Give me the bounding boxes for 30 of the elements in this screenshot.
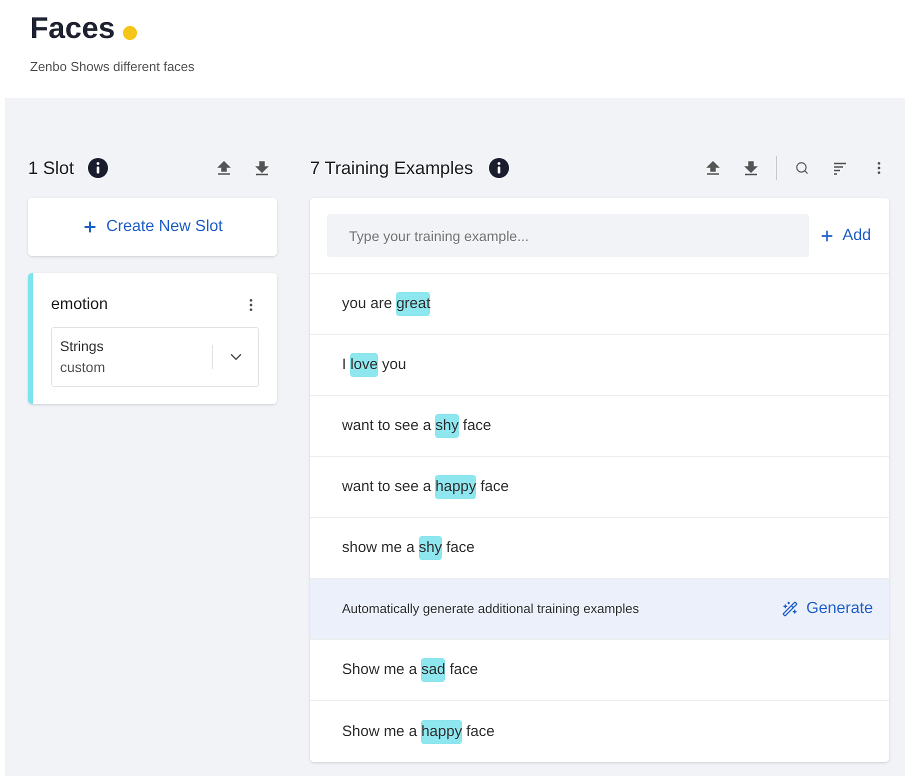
create-slot-button[interactable]: Create New Slot [28,198,277,256]
download-icon[interactable] [255,160,269,176]
upload-icon[interactable] [706,160,720,176]
upload-icon[interactable] [217,160,231,176]
info-icon[interactable] [88,158,108,178]
generate-button[interactable]: Generate [782,597,873,621]
slot-type-select[interactable]: Strings custom [51,327,259,387]
sort-icon[interactable] [833,162,847,174]
example-text[interactable]: want to see a shy face [342,414,492,438]
info-icon[interactable] [489,158,510,178]
search-icon[interactable] [795,161,809,175]
slot-subtype: custom [60,358,106,377]
slot-name: emotion [51,295,108,315]
page-title: Faces [30,11,116,47]
example-input-field[interactable]: Type your training example... [327,214,809,257]
generate-text: Automatically generate additional training examples [342,600,640,618]
example-text[interactable]: I love you [342,353,406,377]
download-icon[interactable] [744,160,758,176]
plus-icon [818,228,835,244]
example-text[interactable]: Show me a happy face [342,720,495,744]
slots-title: 1 Slot [28,156,74,180]
slot-type: Strings [60,337,105,356]
add-button[interactable]: Add [818,224,872,248]
wand-icon [782,601,798,617]
page-subtitle: Zenbo Shows different faces [30,58,196,76]
example-text[interactable]: Show me a sad face [342,658,478,682]
example-text[interactable]: show me a shy face [342,536,475,560]
plus-icon [82,219,98,235]
slot-card[interactable]: emotion Strings custom [28,273,277,404]
examples-title: 7 Training Examples [310,156,474,180]
